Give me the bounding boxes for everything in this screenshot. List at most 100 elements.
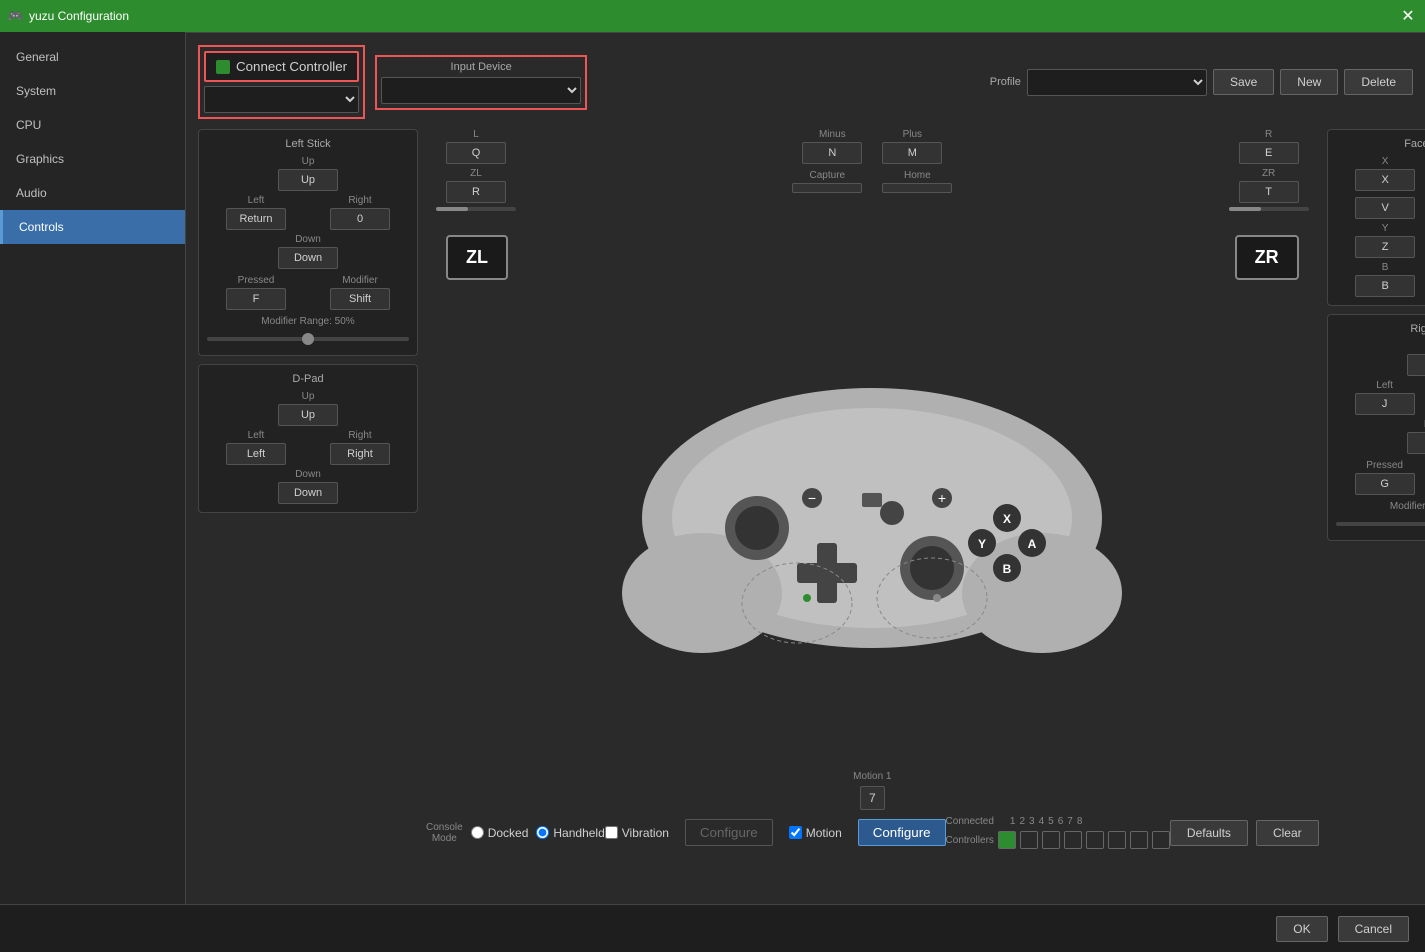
svg-text:X: X <box>1003 512 1011 526</box>
plus-btn[interactable]: M <box>882 142 942 164</box>
zr-big-btn[interactable]: ZR <box>1235 235 1299 280</box>
sidebar-item-graphics[interactable]: Graphics <box>0 142 185 176</box>
new-button[interactable]: New <box>1280 69 1338 95</box>
controller-indicator-7[interactable] <box>1130 831 1148 849</box>
l-btn[interactable]: Q <box>446 142 506 164</box>
home-label: Home <box>904 170 931 181</box>
sidebar: GeneralSystemCPUGraphicsAudioControls <box>0 32 186 904</box>
zr-btn[interactable]: T <box>1239 181 1299 203</box>
left-stick-down-btn[interactable]: Down <box>278 247 338 269</box>
right-stick-up-btn[interactable]: I <box>1407 354 1425 376</box>
controllers-label: Controllers <box>946 835 994 846</box>
profile-select[interactable] <box>1027 69 1207 96</box>
handheld-radio-input[interactable] <box>536 826 549 839</box>
connected-label: Connected <box>946 816 994 827</box>
minus-btn[interactable]: N <box>802 142 862 164</box>
x-btn[interactable]: X <box>1355 169 1415 191</box>
dpad-title: D-Pad <box>207 373 409 385</box>
sidebar-item-audio[interactable]: Audio <box>0 176 185 210</box>
dpad-down-btn[interactable]: Down <box>278 482 338 504</box>
left-stick-section: Left Stick Up Up Left Return <box>198 129 418 356</box>
handheld-radio[interactable]: Handheld <box>536 826 604 840</box>
right-stick-down-btn[interactable]: K <box>1407 432 1425 454</box>
left-stick-left-btn[interactable]: Return <box>226 208 286 230</box>
zl-big-btn[interactable]: ZL <box>446 235 508 280</box>
svg-text:Y: Y <box>978 537 986 551</box>
cancel-button[interactable]: Cancel <box>1338 916 1409 942</box>
x-label: X <box>1382 156 1389 167</box>
left-stick-pm-row: Pressed F Modifier Shift <box>207 275 409 310</box>
right-stick-section: Right Stick Up I Left J Right <box>1327 314 1425 541</box>
left-stick-modifier-btn[interactable]: Shift <box>330 288 390 310</box>
left-stick-modifier-slider[interactable] <box>207 331 409 347</box>
vibration-input[interactable] <box>605 826 618 839</box>
sidebar-item-controls[interactable]: Controls <box>0 210 185 244</box>
svg-text:+: + <box>938 490 946 506</box>
right-stick-left-btn[interactable]: J <box>1355 393 1415 415</box>
configure-vibration-btn[interactable]: Configure <box>685 819 773 846</box>
console-mode-section: Console Mode Docked Handheld <box>426 822 605 844</box>
controller-indicator-5[interactable] <box>1086 831 1104 849</box>
r-label: R <box>1265 129 1272 140</box>
left-stick-pressed-btn[interactable]: F <box>226 288 286 310</box>
controller-indicator-8[interactable] <box>1152 831 1170 849</box>
capture-btn[interactable] <box>792 183 862 193</box>
connect-controller-button[interactable]: Connect Controller <box>204 51 359 82</box>
handheld-label: Handheld <box>553 826 604 840</box>
vibration-checkbox[interactable]: Vibration <box>605 826 669 840</box>
dpad-right-label: Right <box>348 430 371 441</box>
defaults-button[interactable]: Defaults <box>1170 820 1248 846</box>
b-label: B <box>1382 262 1389 273</box>
v-btn[interactable]: V <box>1355 197 1415 219</box>
save-button[interactable]: Save <box>1213 69 1274 95</box>
dpad-section: D-Pad Up Up Left Left Right <box>198 364 418 513</box>
controller-indicator-4[interactable] <box>1064 831 1082 849</box>
sidebar-item-general[interactable]: General <box>0 40 185 74</box>
motion-checkbox[interactable]: Motion <box>789 826 842 840</box>
vibration-label: Vibration <box>622 826 669 840</box>
app-title: yuzu Configuration <box>29 9 129 23</box>
left-column: Left Stick Up Up Left Return <box>198 129 418 855</box>
docked-radio-input[interactable] <box>471 826 484 839</box>
right-stick-pressed-btn[interactable]: G <box>1355 473 1415 495</box>
delete-button[interactable]: Delete <box>1344 69 1413 95</box>
zl-label: ZL <box>470 168 482 179</box>
motion-input[interactable] <box>789 826 802 839</box>
controller-type-select[interactable] <box>204 86 359 113</box>
dpad-right-btn[interactable]: Right <box>330 443 390 465</box>
configure-motion-btn[interactable]: Configure <box>858 819 946 846</box>
controller-indicator-3[interactable] <box>1042 831 1060 849</box>
left-stick-title: Left Stick <box>207 138 409 150</box>
left-stick-modifier-range: Modifier Range: 50% <box>207 316 409 347</box>
controller-indicator-6[interactable] <box>1108 831 1126 849</box>
dpad-left-btn[interactable]: Left <box>226 443 286 465</box>
right-stick-pressed-label: Pressed <box>1366 460 1403 471</box>
close-button[interactable]: ✕ <box>1399 7 1417 25</box>
controller-image-area: ZL ZR <box>426 215 1319 791</box>
svg-text:−: − <box>808 490 816 506</box>
y-btn[interactable]: Z <box>1355 236 1415 258</box>
right-stick-left-label: Left <box>1376 380 1393 391</box>
controller-indicator-1[interactable] <box>998 831 1016 849</box>
right-stick-modifier-slider[interactable] <box>1336 516 1425 532</box>
dpad-up-btn[interactable]: Up <box>278 404 338 426</box>
sidebar-item-system[interactable]: System <box>0 74 185 108</box>
left-stick-right-btn[interactable]: 0 <box>330 208 390 230</box>
docked-label: Docked <box>488 826 529 840</box>
sidebar-item-cpu[interactable]: CPU <box>0 108 185 142</box>
face-buttons-section: Face Buttons X X V <box>1327 129 1425 306</box>
input-device-select[interactable] <box>381 77 581 104</box>
defaults-clear-section: Defaults Clear <box>1170 820 1319 846</box>
bottom-row: Console Mode Docked Handheld <box>426 810 1319 855</box>
b-btn[interactable]: B <box>1355 275 1415 297</box>
zl-btn[interactable]: R <box>446 181 506 203</box>
clear-button[interactable]: Clear <box>1256 820 1319 846</box>
controls-panel: Connect Controller Input Device Profile … <box>186 33 1425 863</box>
r-btn[interactable]: E <box>1239 142 1299 164</box>
ok-button[interactable]: OK <box>1276 916 1327 942</box>
home-btn[interactable] <box>882 183 952 193</box>
right-column: Face Buttons X X V <box>1327 129 1425 855</box>
left-stick-up-btn[interactable]: Up <box>278 169 338 191</box>
controller-indicator-2[interactable] <box>1020 831 1038 849</box>
docked-radio[interactable]: Docked <box>471 826 529 840</box>
